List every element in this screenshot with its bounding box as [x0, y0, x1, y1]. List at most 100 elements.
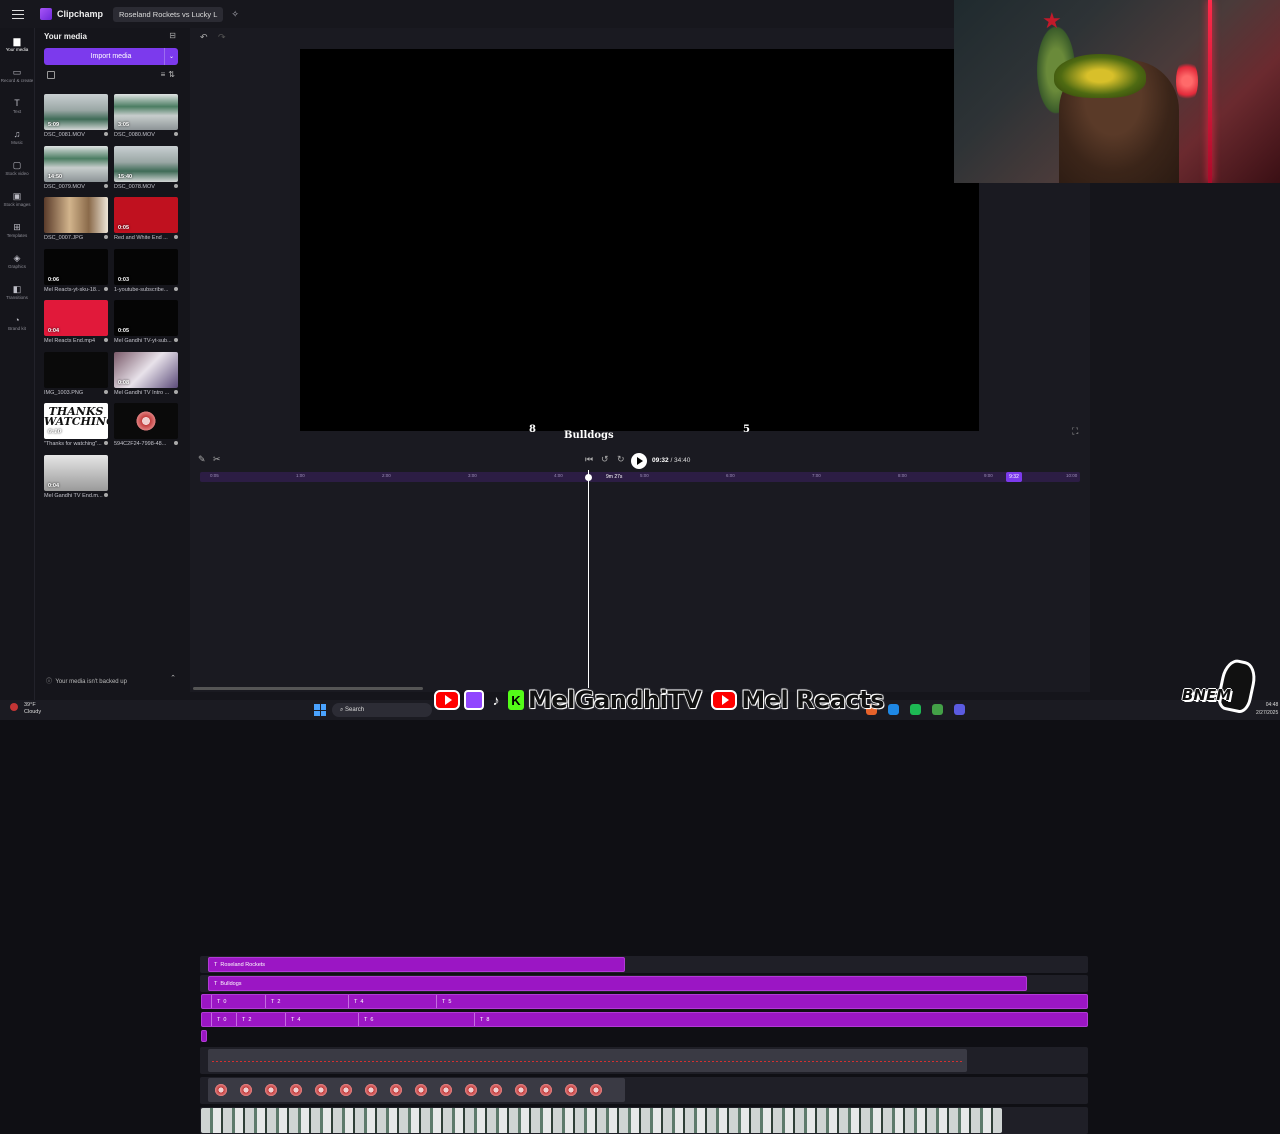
score-segment[interactable]: T 2	[265, 995, 280, 1008]
xbox-icon[interactable]	[932, 704, 943, 715]
led-strip	[1208, 0, 1212, 183]
rail-item[interactable]: ▭ Record & create	[0, 59, 34, 90]
media-tile[interactable]: 14:50 DSC_0079.MOV	[44, 145, 108, 190]
playhead-handle[interactable]	[585, 474, 592, 481]
rail-item[interactable]: ♫ Music	[0, 121, 34, 152]
play-button[interactable]	[631, 453, 647, 469]
forward-icon[interactable]: ↻	[617, 454, 625, 465]
import-media-button[interactable]: Import media ⌄	[44, 48, 178, 65]
media-tile[interactable]: 0:05 Red and White End ...	[114, 197, 178, 241]
sticker-icon	[135, 410, 157, 432]
media-thumbnail[interactable]: 0:05	[114, 197, 178, 233]
music-icon: ♫	[13, 128, 21, 139]
score-segment[interactable]: T 5	[436, 995, 451, 1008]
video-clip[interactable]	[201, 1108, 1002, 1133]
project-title[interactable]: Roseland Rockets vs Lucky L	[113, 6, 224, 22]
video-preview[interactable]: 8 Bulldogs 5	[300, 49, 979, 441]
taskbar-search[interactable]: ⌕ Search	[332, 703, 432, 717]
skip-back-icon[interactable]: ⏮	[585, 454, 593, 465]
import-dropdown-icon[interactable]: ⌄	[164, 48, 178, 65]
backup-status[interactable]: ⓘ Your media isn't backed up	[46, 676, 127, 685]
filter-sort-icon[interactable]: ≡⇅	[161, 70, 178, 79]
magic-edit-icon[interactable]: ✎	[198, 454, 206, 465]
rail-item[interactable]: ◧ Transitions	[0, 276, 34, 307]
media-thumbnail[interactable]: 0:03	[114, 248, 178, 285]
media-thumbnail[interactable]	[44, 351, 108, 388]
rail-item[interactable]: ◔ Brand kit	[0, 307, 34, 338]
split-icon[interactable]: ✂	[213, 454, 221, 465]
score-segment[interactable]: T 0	[211, 1013, 226, 1026]
media-thumbnail[interactable]: 0:04	[44, 454, 108, 491]
media-thumbnail[interactable]: 14:50	[44, 145, 108, 182]
media-tile[interactable]: 0:03 1-youtube-subscribe...	[114, 248, 178, 293]
media-duration: 0:10	[48, 429, 62, 435]
media-tile[interactable]: 0:04 Mel Gandhi TV End.m...	[44, 454, 108, 499]
media-tile[interactable]: 5:09 DSC_0081.MOV	[44, 94, 108, 138]
audio-clip[interactable]	[208, 1049, 967, 1072]
sticker-clip[interactable]	[208, 1078, 625, 1102]
windows-start-icon[interactable]	[314, 704, 326, 716]
redo-icon[interactable]: ↷	[218, 32, 226, 43]
media-tile[interactable]: 15:40 DSC_0078.MOV	[114, 145, 178, 190]
timeline-scrollbar[interactable]	[193, 687, 423, 690]
weather-widget[interactable]: 39°F Cloudy	[10, 702, 41, 716]
chevron-up-icon[interactable]: ⌃	[170, 674, 176, 682]
media-thumbnail[interactable]: 5:09	[44, 94, 108, 130]
menu-icon[interactable]	[8, 4, 28, 24]
rail-item[interactable]: ▆ Your media	[0, 28, 34, 59]
media-thumbnail[interactable]: 3:05	[114, 94, 178, 130]
media-tile[interactable]: 3:05 DSC_0080.MOV	[114, 94, 178, 138]
fullscreen-icon[interactable]: ⛶	[1072, 426, 1078, 437]
media-thumbnail[interactable]: THANKSWATCHING0:10	[44, 403, 108, 439]
time-marker[interactable]: 9:32	[1006, 472, 1022, 482]
title-clip-bulldogs[interactable]: T Bulldogs	[208, 976, 1027, 991]
sync-status-icon	[104, 389, 108, 394]
weather-temp: 39°F	[24, 702, 36, 708]
playhead[interactable]	[588, 470, 589, 688]
score-track-a[interactable]: T 0 T 2 T 4 T 5	[201, 994, 1088, 1009]
media-thumbnail[interactable]: 15:40	[114, 145, 178, 182]
score-segment[interactable]: T 0	[211, 995, 226, 1008]
media-tile[interactable]: THANKSWATCHING0:10 "Thanks for watching".…	[44, 403, 108, 447]
media-thumbnail[interactable]	[114, 403, 178, 439]
media-duration: 14:50	[48, 173, 63, 180]
text-icon: T	[14, 97, 20, 108]
rail-item[interactable]: ◈ Graphics	[0, 245, 34, 276]
score-track-b[interactable]: T 0 T 2 T 4 T 6 T 8	[201, 1012, 1088, 1027]
score-segment[interactable]: T 2	[236, 1013, 251, 1026]
rewind-icon[interactable]: ↺	[601, 454, 609, 465]
select-all-checkbox[interactable]	[47, 71, 55, 79]
media-tile[interactable]: 0:08 Mel Gandhi TV Intro ...	[114, 351, 178, 396]
score-segment[interactable]: T 8	[474, 1013, 489, 1026]
score-segment[interactable]: T 6	[358, 1013, 373, 1026]
media-tile[interactable]: 0:04 Mel Reacts End.mp4	[44, 300, 108, 344]
rail-item[interactable]: T Text	[0, 90, 34, 121]
ruler-tick: 4:00	[554, 473, 563, 478]
score-segment[interactable]: T 4	[348, 995, 363, 1008]
timeline-ruler[interactable]: 0:05 1:00 2:00 3:00 4:00 5:00 6:00 7:00 8:00 9:00…	[200, 472, 1080, 482]
spotify-icon[interactable]	[910, 704, 921, 715]
title-clip-roseland[interactable]: T Roseland Rockets	[208, 957, 625, 972]
rail-item[interactable]: ⊞ Templates	[0, 214, 34, 245]
app-icon[interactable]	[954, 704, 965, 715]
media-tile[interactable]: IMG_1003.PNG	[44, 351, 108, 396]
media-tile[interactable]: 594C2F24-7998-48...	[114, 403, 178, 447]
media-thumbnail[interactable]: 0:06	[44, 248, 108, 285]
score-segment[interactable]: T 4	[285, 1013, 300, 1026]
small-clip[interactable]	[201, 1030, 207, 1042]
rail-item[interactable]: ▢ Stock video	[0, 152, 34, 183]
magic-wand-icon[interactable]: ✧	[231, 9, 239, 20]
media-thumbnail[interactable]: 0:04	[44, 300, 108, 336]
rail-item[interactable]: ▣ Stock images	[0, 183, 34, 214]
media-thumbnail[interactable]: 0:08	[114, 351, 178, 388]
undo-icon[interactable]: ↶	[200, 32, 208, 43]
media-tile[interactable]: 0:06 Mel Reacts-yt-sku-18...	[44, 248, 108, 293]
sync-status-icon	[104, 286, 108, 291]
collapse-panel-icon[interactable]: ⊟	[169, 31, 176, 40]
media-duration: 0:04	[48, 482, 60, 489]
edge-icon[interactable]	[888, 704, 899, 715]
media-thumbnail[interactable]	[44, 197, 108, 233]
media-thumbnail[interactable]: 0:05	[114, 300, 178, 336]
media-tile[interactable]: DSC_0007.JPG	[44, 197, 108, 241]
media-tile[interactable]: 0:05 Mel Gandhi TV-yt-sub...	[114, 300, 178, 344]
